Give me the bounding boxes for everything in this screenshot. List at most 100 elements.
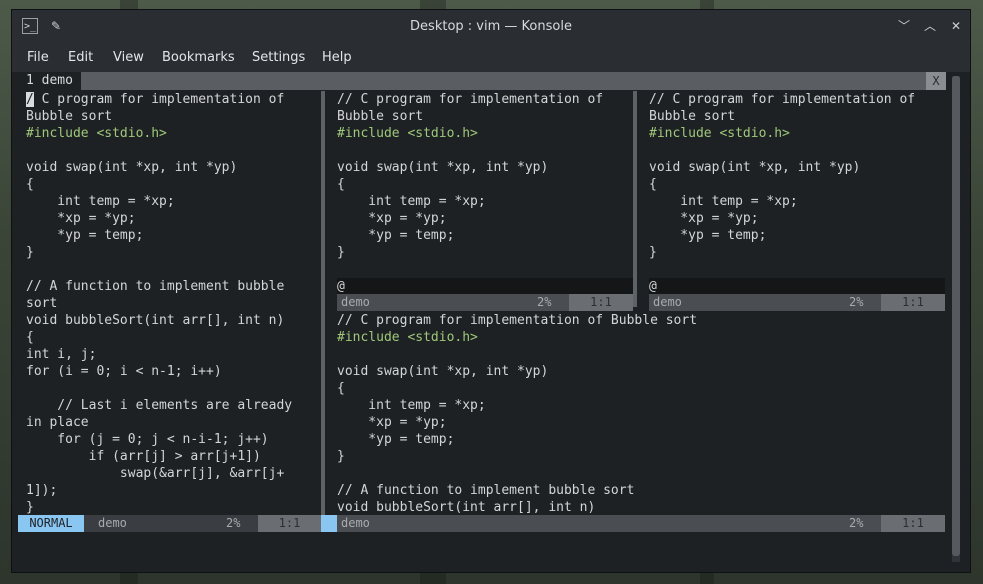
code-line: int temp = *xp;: [337, 398, 486, 413]
code-line: sort: [26, 296, 58, 311]
right-status-line: demo 2% 1:1: [649, 294, 945, 311]
code-line: void bubbleSort(int arr[], int n): [337, 500, 596, 515]
vim-mode-indicator: NORMAL: [18, 515, 84, 532]
code-line: {: [26, 330, 34, 345]
code-line: void swap(int *xp, int *yp): [26, 160, 238, 175]
code-line: // C program for implementation of: [649, 92, 916, 107]
code-line: int i, j;: [26, 347, 97, 362]
konsole-window: >_ ✎ Desktop : vim — Konsole ﹀ ︿ ✕ File …: [12, 10, 970, 572]
code-line: void swap(int *xp, int *yp): [337, 160, 549, 175]
middle-code-text: // C program for implementation of Bubble…: [337, 91, 633, 294]
code-line: *yp = temp;: [337, 432, 455, 447]
code-line: }: [26, 500, 34, 515]
code-line: @: [337, 278, 633, 294]
code-line: swap(&arr[j], &arr[j+: [26, 466, 285, 481]
menu-bar: File Edit View Bookmarks Settings Help: [12, 44, 970, 72]
code-line: void swap(int *xp, int *yp): [649, 160, 861, 175]
scrollbar-thumb[interactable]: [952, 76, 960, 556]
code-line: // C program for implementation of Bubbl…: [337, 313, 698, 328]
code-line: *yp = temp;: [26, 228, 144, 243]
bottom-status-position: 1:1: [881, 515, 945, 532]
code-line: void bubbleSort(int arr[], int n): [26, 313, 285, 328]
vertical-split-separator-2[interactable]: [633, 91, 637, 307]
code-line: Bubble sort: [337, 109, 424, 124]
code-line: *xp = *yp;: [337, 415, 447, 430]
maximize-button[interactable]: ︿: [922, 18, 938, 34]
menu-file[interactable]: File: [27, 50, 49, 65]
title-bar[interactable]: >_ ✎ Desktop : vim — Konsole ﹀ ︿ ✕: [12, 10, 970, 44]
middle-editor-pane[interactable]: // C program for implementation of Bubble…: [337, 91, 633, 294]
code-line: // A function to implement bubble: [26, 279, 285, 294]
code-line: {: [337, 177, 345, 192]
bottom-status-percent: 2%: [849, 516, 864, 530]
code-line: *xp = *yp;: [649, 211, 759, 226]
split-junction: [321, 515, 337, 532]
code-line: {: [649, 177, 657, 192]
text-cursor: /: [26, 92, 34, 107]
close-button[interactable]: ✕: [948, 18, 964, 34]
bottom-code-text: // C program for implementation of Bubbl…: [337, 312, 945, 516]
code-line: // C program for implementation of: [337, 92, 604, 107]
minimize-button[interactable]: ﹀: [896, 18, 912, 34]
code-line: {: [337, 381, 345, 396]
middle-status-line: demo 2% 1:1: [337, 294, 633, 311]
code-line: }: [649, 245, 657, 260]
menu-edit[interactable]: Edit: [68, 50, 93, 65]
left-status-percent: 2%: [226, 516, 241, 530]
code-line: // A function to implement bubble sort: [337, 483, 635, 498]
left-status-position: 1:1: [258, 515, 321, 532]
code-line: / C program for implementation of: [26, 92, 285, 107]
code-line: if (arr[j] > arr[j+1]): [26, 449, 261, 464]
bottom-editor-pane[interactable]: // C program for implementation of Bubbl…: [337, 312, 945, 516]
code-line: in place: [26, 415, 89, 430]
bottom-status-line: demo 2% 1:1: [337, 515, 945, 532]
code-line: #include <stdio.h>: [337, 126, 478, 141]
right-editor-pane[interactable]: // C program for implementation of Bubble…: [649, 91, 945, 294]
bottom-status-file: demo: [341, 516, 370, 530]
window-title: Desktop : vim — Konsole: [410, 19, 572, 34]
menu-bookmarks[interactable]: Bookmarks: [162, 50, 235, 65]
vim-tabline: 1 demo X: [18, 72, 946, 90]
code-line: *xp = *yp;: [26, 211, 136, 226]
code-line: for (i = 0; i < n-1; i++): [26, 364, 222, 379]
code-line: *yp = temp;: [649, 228, 767, 243]
middle-status-file: demo: [341, 295, 370, 309]
menu-view[interactable]: View: [113, 50, 144, 65]
code-line: #include <stdio.h>: [649, 126, 790, 141]
left-editor-pane[interactable]: / C program for implementation of Bubble …: [26, 91, 320, 516]
right-status-position: 1:1: [881, 294, 945, 311]
code-line: void swap(int *xp, int *yp): [337, 364, 549, 379]
code-line: }: [337, 449, 345, 464]
left-status-line: NORMAL demo 2% 1:1: [18, 515, 321, 532]
code-line: }: [26, 245, 34, 260]
right-status-percent: 2%: [849, 295, 864, 309]
command-line[interactable]: [18, 532, 946, 564]
code-line: #include <stdio.h>: [337, 330, 478, 345]
tab-close-button[interactable]: X: [926, 72, 946, 90]
code-line: }: [337, 245, 345, 260]
vertical-split-separator[interactable]: [321, 91, 325, 532]
code-line: int temp = *xp;: [26, 194, 175, 209]
left-code-text: / C program for implementation of Bubble …: [26, 91, 320, 516]
code-line: // Last i elements are already: [26, 398, 293, 413]
code-line: for (j = 0; j < n-i-1; j++): [26, 432, 269, 447]
code-line: *yp = temp;: [337, 228, 455, 243]
menu-help[interactable]: Help: [322, 50, 352, 65]
tab-demo[interactable]: 1 demo: [18, 72, 81, 90]
middle-status-percent: 2%: [537, 295, 552, 309]
code-line: @: [649, 278, 945, 294]
code-line: #include <stdio.h>: [26, 126, 167, 141]
code-line: {: [26, 177, 34, 192]
scrollbar[interactable]: [952, 76, 960, 562]
code-line: Bubble sort: [26, 109, 113, 124]
right-code-text: // C program for implementation of Bubble…: [649, 91, 945, 294]
menu-settings[interactable]: Settings: [252, 50, 305, 65]
